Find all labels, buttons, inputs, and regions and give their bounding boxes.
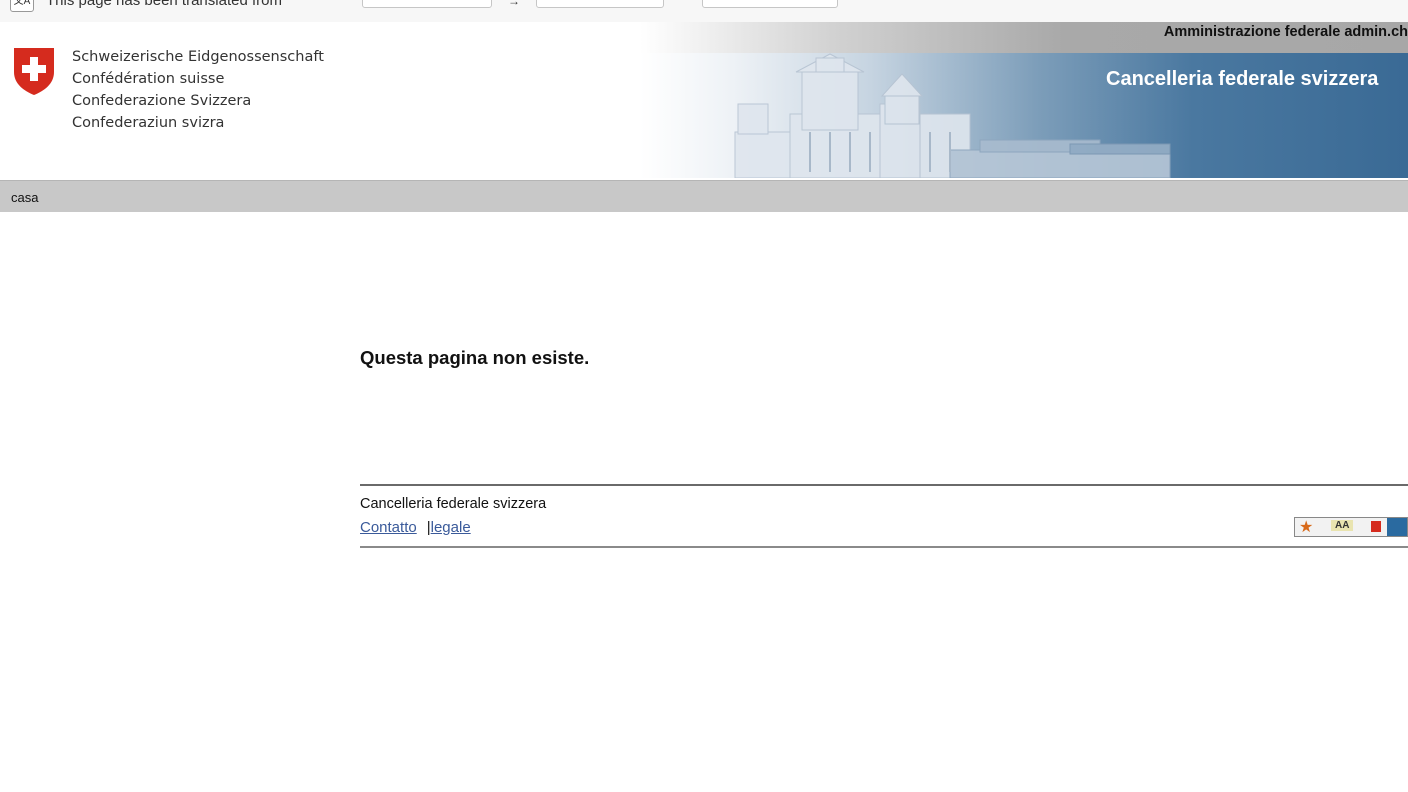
source-language-select[interactable] (362, 0, 492, 8)
nav-home-link[interactable]: casa (11, 190, 38, 205)
confederation-name-de: Schweizerische Eidgenossenschaft (72, 49, 324, 65)
nav-bar: casa (0, 180, 1408, 212)
confederation-names: Schweizerische Eidgenossenschaft Confédé… (72, 46, 324, 134)
footer-links: Contatto |legale (360, 519, 471, 536)
footer-divider-top (360, 484, 1408, 486)
page-not-found-message: Questa pagina non esiste. (360, 347, 590, 368)
footer-divider-bottom (360, 546, 1408, 548)
site-header: Schweizerische Eidgenossenschaft Confédé… (0, 22, 1408, 180)
banner-top-strip: Amministrazione federale admin.ch (640, 22, 1408, 53)
admin-ch-link[interactable]: Amministrazione federale admin.ch (1164, 24, 1408, 40)
confederation-name-it: Confederazione Svizzera (72, 93, 252, 109)
badge-aa-label: AA (1331, 520, 1354, 531)
footer-organization: Cancelleria federale svizzera (360, 496, 547, 512)
confederation-name-fr: Confédération suisse (72, 71, 225, 87)
swiss-crest-icon (14, 48, 54, 95)
translate-options-button[interactable] (702, 0, 838, 8)
translate-bar: 文A This page has been translated from → (0, 0, 1408, 23)
accessibility-badge[interactable]: ★ AA (1294, 517, 1408, 537)
confederation-name-rm: Confederaziun svizra (72, 115, 225, 131)
legal-link[interactable]: legale (431, 519, 471, 536)
translate-message: This page has been translated from (46, 0, 282, 9)
arrow-right-icon: → (508, 0, 520, 8)
target-language-select[interactable] (536, 0, 664, 8)
star-icon: ★ (1299, 519, 1314, 536)
translate-icon[interactable]: 文A (10, 0, 34, 12)
badge-blue-block (1387, 518, 1407, 536)
swiss-flag-icon (1371, 521, 1381, 532)
header-banner: Amministrazione federale admin.ch Cancel… (640, 22, 1408, 178)
contact-link[interactable]: Contatto (360, 519, 417, 536)
department-title: Cancelleria federale svizzera (1106, 68, 1379, 90)
